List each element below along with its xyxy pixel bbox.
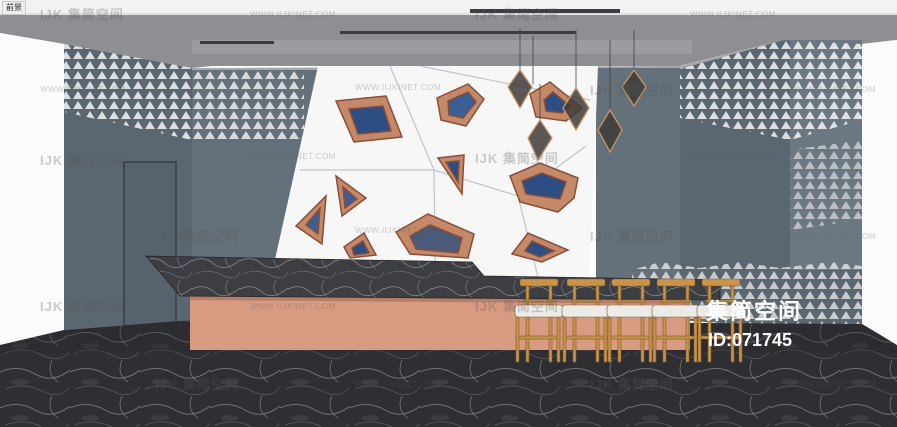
brand-watermark: 集简空间	[706, 299, 803, 324]
render-image	[0, 0, 897, 427]
render-scene: 前景 WWW.IIJKINET.COM WWW.IIJKINET.COM WWW…	[0, 0, 897, 427]
scene-tab[interactable]: 前景	[2, 1, 26, 15]
id-label: ID:071745	[708, 330, 793, 350]
